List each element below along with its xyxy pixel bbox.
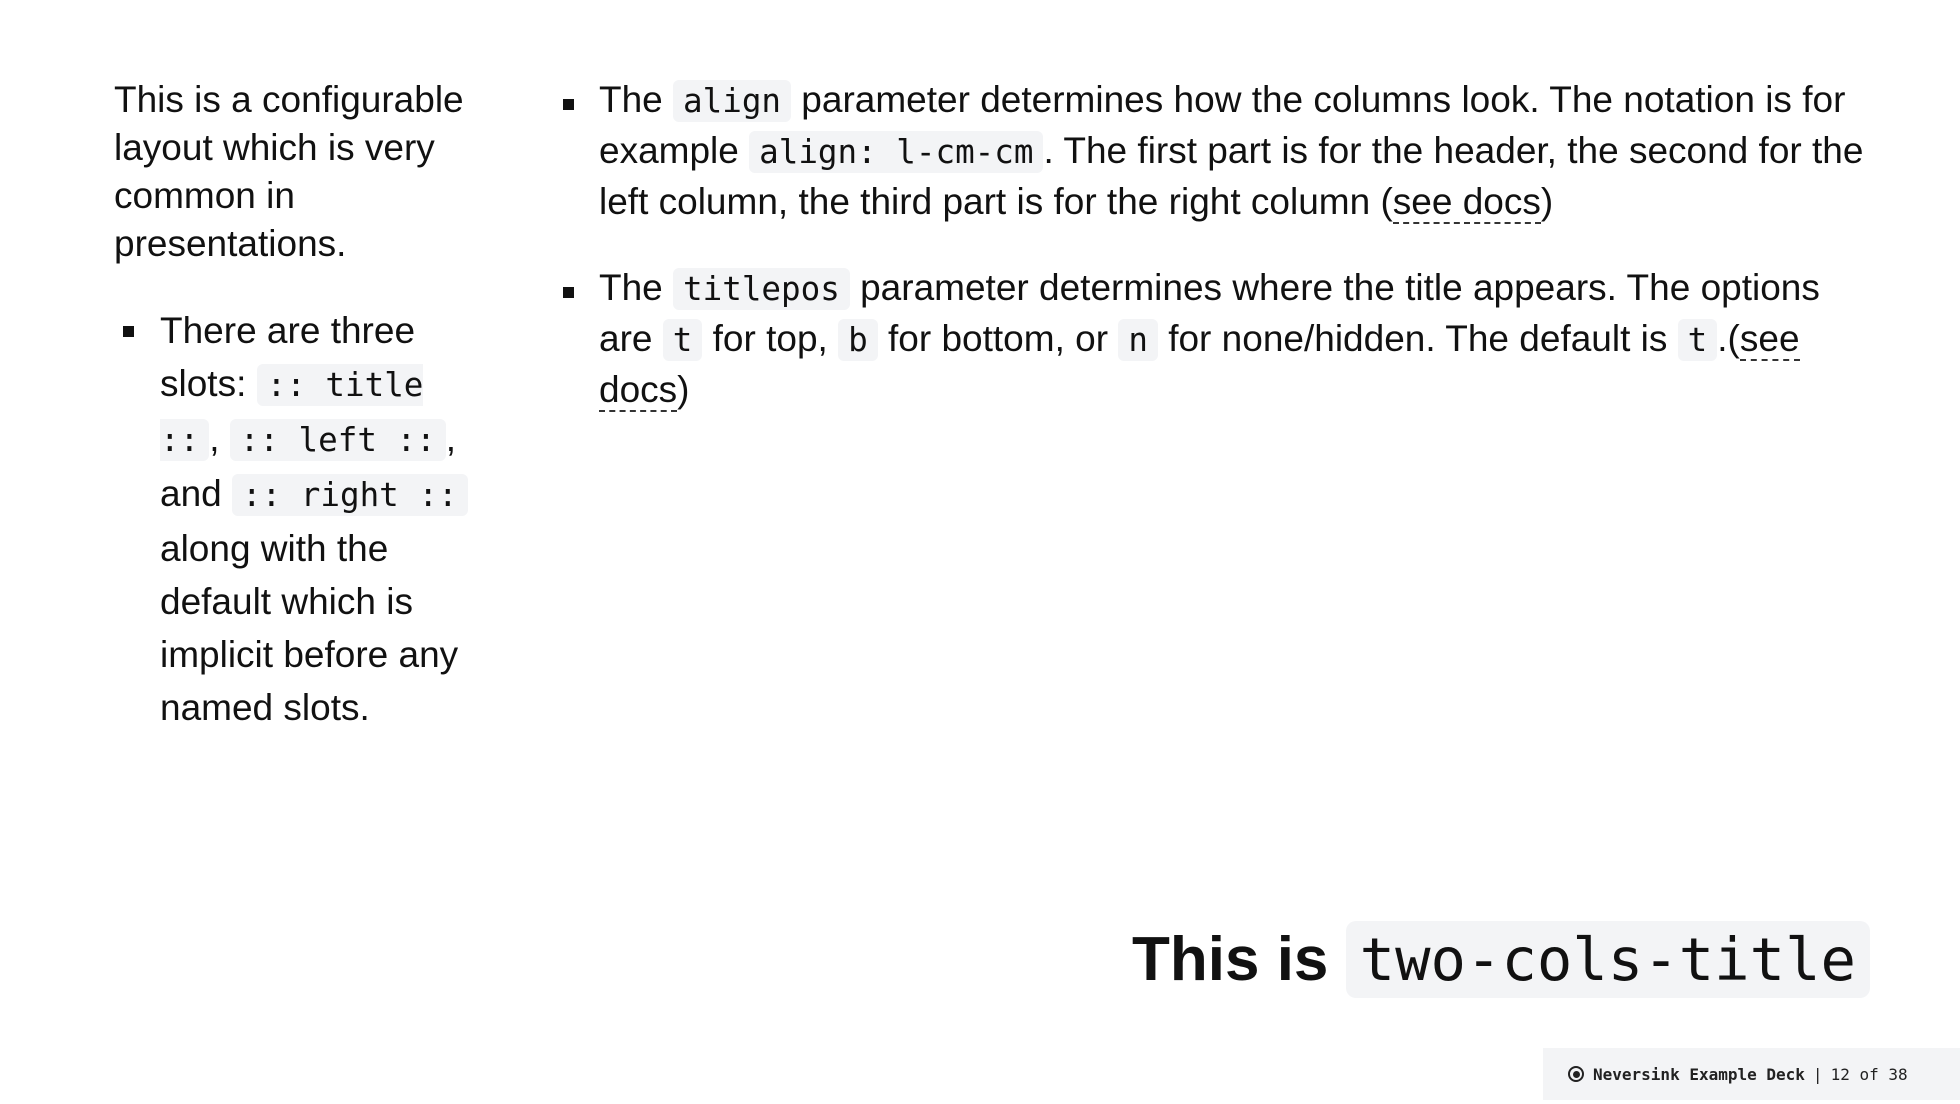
code-align-example: align: l-cm-cm <box>749 131 1044 173</box>
see-docs-link[interactable]: see docs <box>1392 181 1541 224</box>
text: The <box>599 267 674 308</box>
neversink-logo-icon <box>1568 1066 1584 1082</box>
deck-name: Neversink Example Deck <box>1593 1064 1805 1084</box>
text: The <box>599 79 674 120</box>
intro-text: This is a configurable layout which is v… <box>114 79 464 264</box>
title-code: two-cols-title <box>1345 921 1870 998</box>
slide-title: This is two-cols-title <box>1132 920 1870 1000</box>
page-number: 12 of 38 <box>1830 1064 1908 1084</box>
code-titlepos: titlepos <box>673 268 850 310</box>
code-b: b <box>838 319 878 361</box>
title-text: This is <box>1132 925 1346 994</box>
right-bullet-list: The align parameter determines how the c… <box>563 75 1883 415</box>
separator: | <box>1812 1064 1823 1084</box>
list-item: The align parameter determines how the c… <box>563 75 1883 227</box>
code-t: t <box>662 319 703 361</box>
text: ) <box>1540 181 1554 222</box>
text: for top, <box>702 318 839 359</box>
left-column: This is a configurable layout which is v… <box>114 76 494 734</box>
list-item: The titlepos parameter determines where … <box>563 263 1883 415</box>
text: for none/hidden. The default is <box>1157 318 1678 359</box>
list-item: There are three slots: :: title ::, :: l… <box>114 304 494 734</box>
text: along with the default which is implicit… <box>160 528 459 728</box>
code-align: align <box>673 80 792 122</box>
code-right-slot: :: right :: <box>232 474 468 516</box>
text: ) <box>677 369 690 410</box>
text: , <box>209 418 230 459</box>
left-bullet-list: There are three slots: :: title ::, :: l… <box>114 304 494 734</box>
code-left-slot: :: left :: <box>229 419 446 461</box>
text: .( <box>1717 318 1740 359</box>
code-n: n <box>1118 319 1158 361</box>
code-t-default: t <box>1677 319 1718 361</box>
right-column: The align parameter determines how the c… <box>563 75 1883 451</box>
slide-footer: Neversink Example Deck | 12 of 38 <box>1543 1048 1960 1100</box>
text: for bottom, or <box>877 318 1119 359</box>
